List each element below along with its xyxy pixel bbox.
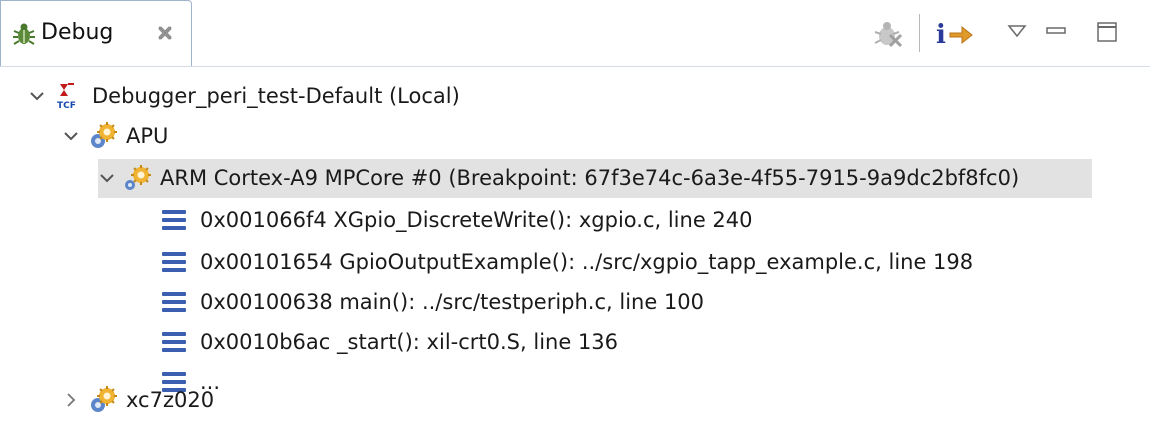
- stack-frame-label: 0x00101654 GpioOutputExample(): ../src/x…: [200, 250, 974, 274]
- debug-tab[interactable]: Debug: [0, 0, 192, 66]
- tree-item-apu[interactable]: APU: [0, 114, 1150, 158]
- svg-text:TCF: TCF: [57, 101, 76, 111]
- close-icon[interactable]: [155, 23, 175, 43]
- stack-frame-label: 0x0010b6ac _start(): xil-crt0.S, line 13…: [200, 330, 619, 354]
- view-menu-icon[interactable]: [1006, 22, 1028, 40]
- processor-group-icon: [91, 122, 117, 148]
- toolbar-separator: [919, 14, 920, 52]
- debug-view: Debug i TCF Debugger_peri_test-Default (…: [0, 0, 1150, 428]
- stack-frame-icon: [162, 210, 186, 230]
- stack-frame-item[interactable]: 0x00101654 GpioOutputExample(): ../src/x…: [0, 240, 1150, 284]
- remove-terminated-icon[interactable]: [870, 18, 904, 48]
- stack-frame-icon: [162, 252, 186, 272]
- tree-item-target[interactable]: xc7z020: [0, 378, 1150, 422]
- maximize-icon[interactable]: [1094, 20, 1120, 44]
- chevron-down-icon[interactable]: [62, 127, 80, 145]
- chevron-right-icon[interactable]: [62, 391, 80, 409]
- tree-item-launch[interactable]: TCF Debugger_peri_test-Default (Local): [0, 74, 1150, 118]
- stack-frame-item[interactable]: 0x0010b6ac _start(): xil-crt0.S, line 13…: [0, 320, 1150, 364]
- stack-frame-icon: [162, 332, 186, 352]
- tree-item-label: ARM Cortex-A9 MPCore #0 (Breakpoint: 67f…: [160, 166, 1020, 190]
- stack-frame-icon: [162, 292, 186, 312]
- tcf-launch-icon: TCF: [56, 83, 82, 111]
- chevron-down-icon[interactable]: [98, 169, 116, 187]
- instruction-stepping-icon[interactable]: i: [934, 16, 974, 50]
- stack-frame-item[interactable]: 0x00100638 main(): ../src/testperiph.c, …: [0, 280, 1150, 324]
- tree-item-label: APU: [126, 124, 169, 148]
- bug-icon: [13, 23, 35, 45]
- tree-item-core[interactable]: ARM Cortex-A9 MPCore #0 (Breakpoint: 67f…: [0, 156, 1150, 200]
- svg-text:i: i: [936, 20, 946, 50]
- stack-frame-label: 0x001066f4 XGpio_DiscreteWrite(): xgpio.…: [200, 208, 753, 232]
- view-tab-strip: Debug i: [0, 0, 1150, 67]
- processor-group-icon: [91, 386, 117, 412]
- chevron-down-icon[interactable]: [28, 87, 46, 105]
- minimize-icon[interactable]: [1044, 22, 1068, 40]
- core-suspended-icon: [125, 165, 151, 190]
- tree-item-label: Debugger_peri_test-Default (Local): [92, 84, 460, 108]
- stack-frame-label: 0x00100638 main(): ../src/testperiph.c, …: [200, 290, 705, 314]
- debug-tree: TCF Debugger_peri_test-Default (Local) A…: [0, 66, 1150, 428]
- tab-label: Debug: [41, 20, 114, 45]
- tree-item-label: xc7z020: [126, 388, 215, 412]
- stack-frame-item[interactable]: 0x001066f4 XGpio_DiscreteWrite(): xgpio.…: [0, 198, 1150, 242]
